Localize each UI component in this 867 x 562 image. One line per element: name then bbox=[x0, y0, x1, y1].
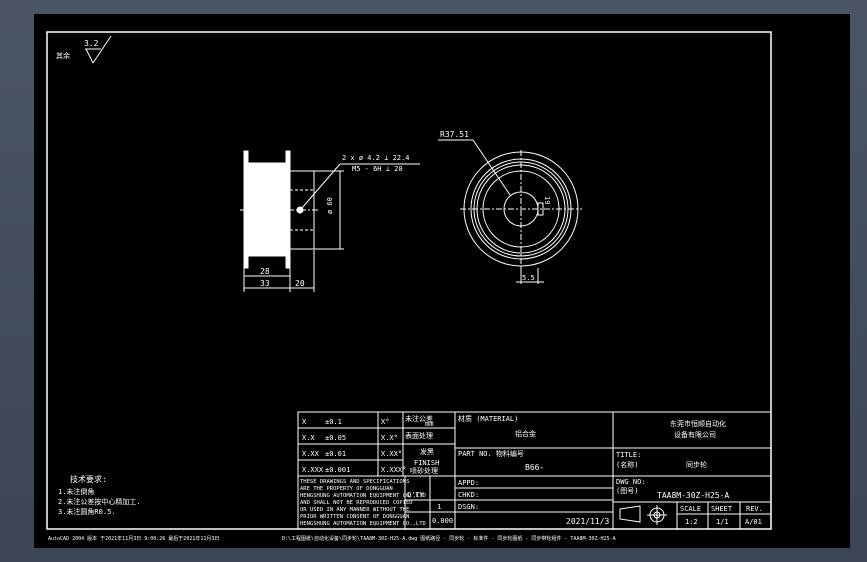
weight-value: 0.000 bbox=[432, 517, 453, 525]
tol-r3-a: X.XX bbox=[302, 450, 320, 458]
material-value: 铝合金 bbox=[515, 429, 536, 438]
title-sub: (名称) bbox=[616, 460, 638, 469]
tol-r3-b: ±0.01 bbox=[325, 450, 346, 458]
rev-value: A/01 bbox=[745, 518, 762, 526]
tech-req-title: 技术要求: bbox=[70, 474, 107, 484]
diameter-dim: ø 60 bbox=[326, 197, 334, 214]
treatment-label: 表面处理 bbox=[405, 431, 433, 440]
width-outer-dim: 33 bbox=[260, 279, 270, 288]
tech-req-item-1: 1.未注倒角 bbox=[58, 487, 94, 496]
material-label: 材质 (MATERIAL) bbox=[458, 414, 518, 423]
tol-r4-a: X.XXX bbox=[302, 466, 324, 474]
dwg-value: TAA8M-30Z-H25-A bbox=[657, 491, 729, 500]
sheet-value: 1/1 bbox=[716, 518, 729, 526]
keyway-depth-dim: 19 bbox=[543, 196, 551, 204]
tol-r4-b: ±0.001 bbox=[325, 466, 350, 474]
hole-note-2: M5 - 6H ⊥ 20 bbox=[352, 165, 403, 173]
tolerance-unit: mm bbox=[425, 420, 433, 428]
company-line-1: 东莞市恒顺自动化 bbox=[670, 419, 726, 428]
svg-text:THESE DRAWINGS AND SPECIFICATI: THESE DRAWINGS AND SPECIFICATIONS bbox=[300, 479, 409, 485]
company-line-2: 设备有限公司 bbox=[674, 430, 716, 439]
surface-finish-value: 3.2 bbox=[84, 39, 99, 48]
tol-r1-b: ±0.1 bbox=[325, 418, 342, 426]
dwg-sub: (图号) bbox=[616, 487, 638, 495]
status-left: AutoCAD 2004 版本 于2021年11月3日 9:00:26 最后于2… bbox=[48, 535, 219, 542]
tech-req-item-3: 3.未注圆角R0.5. bbox=[58, 507, 116, 516]
drawing-canvas[interactable] bbox=[34, 14, 850, 548]
hole-note-1: 2 x ø 4.2 ⊥ 22.4 bbox=[342, 154, 409, 162]
dwg-label: DWG NO: bbox=[616, 478, 646, 486]
status-path: D:\工程图纸\自动化设备\同步轮\TAA8M-30Z-H25-A.dwg 图纸… bbox=[282, 535, 616, 542]
svg-text:PRIOR WRITTEN CONSENT OF DONGG: PRIOR WRITTEN CONSENT OF DONGGUAN bbox=[300, 514, 409, 520]
title-label: TITLE: bbox=[616, 451, 641, 459]
tol-r3-c: X.XX° bbox=[381, 450, 402, 458]
keyway-dim: 5.5 bbox=[522, 274, 535, 282]
part-no-value: B66- bbox=[525, 463, 544, 472]
sheet-label: SHEET bbox=[711, 505, 733, 513]
tol-r4-c: X.XXX° bbox=[381, 466, 406, 474]
hub-length-dim: 20 bbox=[295, 279, 305, 288]
appd-label: APPD: bbox=[458, 479, 479, 487]
tol-r2-a: X.X bbox=[302, 434, 315, 442]
svg-text:AND SHALL NOT BE REPRODUCED CO: AND SHALL NOT BE REPRODUCED COPIED bbox=[300, 500, 413, 506]
radius-dim: R37.51 bbox=[440, 130, 469, 139]
dsgn-label: DSGN: bbox=[458, 503, 479, 511]
scale-value: 1:2 bbox=[685, 518, 698, 526]
cad-viewport[interactable]: 3.2 其余 2 x ø 4.2 ⊥ 22.4 M5 - 6H ⊥ 20 ø 6… bbox=[0, 0, 867, 562]
treatment-value: 发黑 bbox=[420, 447, 434, 456]
title-value: 同步轮 bbox=[686, 460, 707, 469]
qty-value: 1 bbox=[437, 503, 441, 511]
chkd-label: CHKD: bbox=[458, 491, 479, 499]
tech-req-item-2: 2.未注公差按中心精加工. bbox=[58, 497, 141, 506]
tol-r2-c: X.X° bbox=[381, 434, 398, 442]
qty-label: Q'TY bbox=[407, 491, 425, 499]
date-value: 2021/11/3 bbox=[566, 517, 610, 526]
finish-value: 喷砂处理 bbox=[410, 466, 438, 475]
svg-text:ARE THE PROPERTY OF DONGGUAN: ARE THE PROPERTY OF DONGGUAN bbox=[300, 486, 393, 492]
rev-label: REV. bbox=[746, 505, 763, 513]
svg-text:HENGSHUNG AUTOMATION EQUIPMENT: HENGSHUNG AUTOMATION EQUIPMENT CO.,LTD bbox=[300, 521, 426, 527]
part-no-label: PART NO. 物料编号 bbox=[458, 449, 524, 458]
surface-finish-note: 其余 bbox=[56, 51, 70, 60]
tol-r1-c: X° bbox=[381, 418, 389, 426]
tol-r2-b: ±0.05 bbox=[325, 434, 346, 442]
finish-label: FINISH bbox=[414, 459, 439, 467]
scale-label: SCALE bbox=[680, 505, 701, 513]
width-inner-dim: 28 bbox=[260, 267, 270, 276]
svg-text:OR USED IN ANY MANNER WITHOUT: OR USED IN ANY MANNER WITHOUT THE bbox=[300, 507, 409, 513]
